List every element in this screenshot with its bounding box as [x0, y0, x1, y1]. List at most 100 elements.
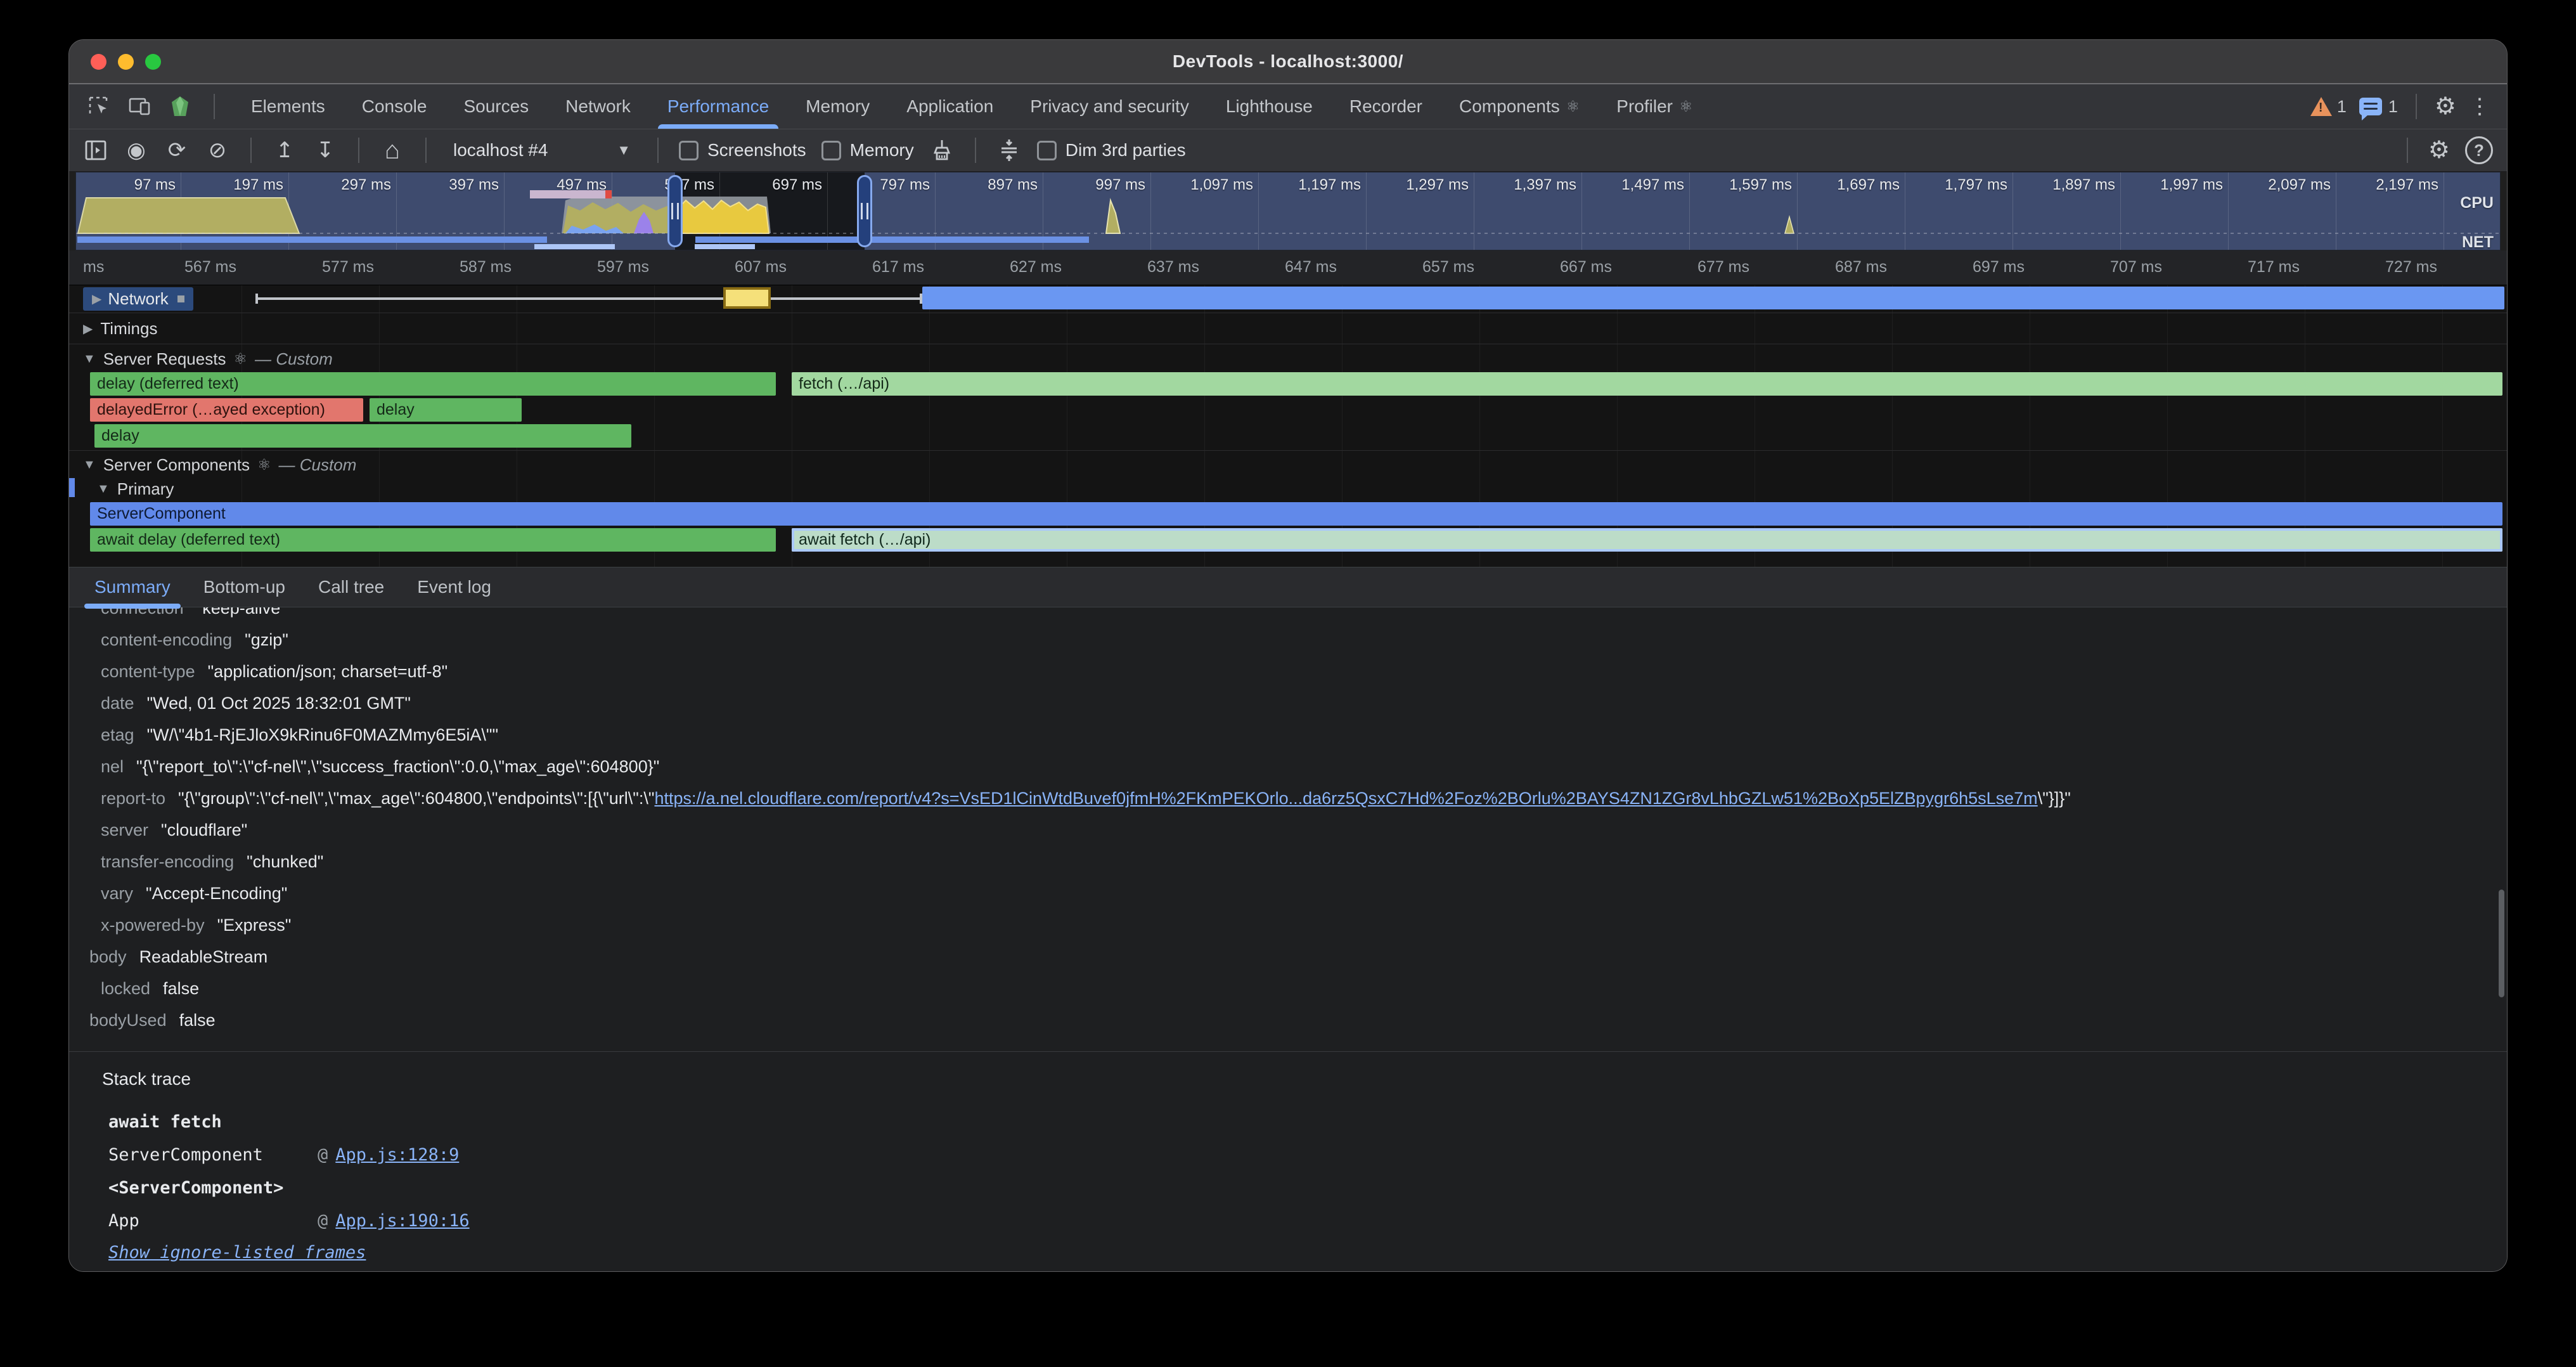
collect-garbage-icon[interactable] [929, 138, 955, 163]
event-bar-green[interactable]: delay [94, 424, 631, 448]
event-bar-sel[interactable]: await fetch (…/api) [792, 528, 2502, 552]
titlebar: DevTools - localhost:3000/ [69, 40, 2507, 84]
shortcuts-dialog-icon[interactable] [996, 138, 1022, 163]
minimize-button[interactable] [118, 54, 134, 70]
record-icon[interactable]: ◉ [124, 138, 149, 163]
details-tab-call-tree[interactable]: Call tree [302, 567, 401, 607]
selection-handle-left[interactable] [667, 175, 683, 247]
ruler-tick-label: 687 ms [1835, 258, 1892, 276]
tab-elements[interactable]: Elements [233, 84, 344, 129]
warning-badge[interactable]: ! 1 [2310, 97, 2347, 117]
tab-lighthouse[interactable]: Lighthouse [1208, 84, 1331, 129]
ruler-tick-label: 707 ms [2110, 258, 2167, 276]
memory-checkbox[interactable]: Memory [821, 140, 914, 160]
tab-profiler[interactable]: Profiler ⚛ [1598, 84, 1711, 129]
expand-arrow-icon: ▶ [92, 291, 101, 307]
tab-label: Recorder [1349, 96, 1422, 117]
network-track-label[interactable]: ▶ Network [83, 287, 193, 311]
help-icon[interactable]: ? [2465, 136, 2493, 164]
tab-privacy-and-security[interactable]: Privacy and security [1012, 84, 1208, 129]
react-atom-icon: ⚛ [1679, 98, 1693, 116]
save-profile-icon[interactable]: ↧ [312, 138, 338, 163]
tab-sources[interactable]: Sources [445, 84, 547, 129]
timeline-overview[interactable]: 97 ms197 ms297 ms397 ms497 ms597 ms697 m… [75, 172, 2501, 250]
resize-handle[interactable] [177, 295, 184, 302]
tab-network[interactable]: Network [547, 84, 649, 129]
show-ignore-listed-frames-link[interactable]: Show ignore-listed frames [108, 1243, 366, 1262]
settings-gear-icon[interactable]: ⚙ [2435, 94, 2456, 119]
tab-console[interactable]: Console [344, 84, 446, 129]
property-key: nel [101, 751, 124, 782]
tab-components[interactable]: Components⚛ [1441, 84, 1598, 129]
profile-select[interactable]: localhost #4 ▼ [447, 140, 637, 160]
tab-label: Privacy and security [1030, 96, 1189, 117]
ruler-tick-label: 587 ms [460, 258, 517, 276]
server-components-header[interactable]: ▼ Server Components ⚛ — Custom [69, 453, 2507, 477]
event-bar-green[interactable]: await delay (deferred text) [90, 528, 776, 552]
clear-icon[interactable]: ⊘ [205, 138, 230, 163]
track-color-marker [69, 478, 75, 497]
server-requests-header[interactable]: ▼ Server Requests ⚛ — Custom [69, 347, 2507, 371]
flamechart-tracks[interactable]: ▶ Network ▶ Timings ▼ Server Requests ⚛ … [69, 285, 2507, 567]
device-toolbar-icon[interactable] [127, 94, 151, 119]
load-profile-icon[interactable]: ↥ [272, 138, 297, 163]
network-request-whisker[interactable] [255, 297, 922, 300]
property-row: nel "{\"report_to\":\"cf-nel\",\"success_… [69, 751, 2507, 782]
event-bar-greenlight[interactable]: fetch (…/api) [792, 372, 2502, 396]
flame-row: delay (deferred text) fetch (…/api) [69, 372, 2507, 396]
primary-subtrack-header[interactable]: ▼ Primary [69, 478, 2507, 500]
tab-label: Profiler [1616, 96, 1673, 117]
tab-label: Sources [463, 96, 529, 117]
tab-performance[interactable]: Performance [649, 84, 787, 129]
zoom-button[interactable] [145, 54, 161, 70]
property-row: vary"Accept-Encoding" [69, 878, 2507, 909]
details-tab-summary[interactable]: Summary [78, 567, 187, 607]
property-value: ReadableStream [139, 941, 268, 973]
timings-track[interactable]: ▶ Timings [69, 314, 2507, 343]
frame-source-link[interactable]: App.js:190:16 [335, 1205, 469, 1238]
tab-application[interactable]: Application [888, 84, 1012, 129]
inspect-element-icon[interactable] [87, 94, 111, 119]
event-bar-green[interactable]: delay [370, 398, 522, 422]
property-value: false [163, 973, 199, 1004]
frame-at: @ [318, 1205, 328, 1238]
network-request-bar[interactable] [922, 287, 2504, 309]
separator [69, 1051, 2507, 1052]
property-value: "{\"report_to\":\"cf-nel\",\"success_fra… [136, 751, 659, 782]
property-value: "W/\"4b1-RjEJloX9kRinu6F0MAZMmy6E5iA\"" [147, 719, 499, 751]
stack-frame: App@App.js:190:16 [69, 1205, 2507, 1238]
close-button[interactable] [91, 54, 106, 70]
timeline-ruler[interactable]: ms 567 ms577 ms587 ms597 ms607 ms617 ms6… [69, 250, 2507, 285]
dim-3rd-parties-checkbox[interactable]: Dim 3rd parties [1037, 140, 1186, 160]
ruler-tick-label: 607 ms [735, 258, 792, 276]
toggle-sidebar-icon[interactable] [83, 138, 108, 163]
net-label: NET [2462, 233, 2494, 250]
react-atom-icon: ⚛ [257, 456, 271, 474]
issues-badge[interactable]: 1 [2359, 97, 2398, 117]
network-request-block[interactable] [723, 287, 771, 309]
screenshots-checkbox[interactable]: Screenshots [679, 140, 806, 160]
report-to-link[interactable]: https://a.nel.cloudflare.com/report/v4?s… [654, 789, 2037, 808]
property-value: "keep-alive" [196, 607, 287, 624]
event-bar-green[interactable]: delay (deferred text) [90, 372, 776, 396]
home-icon[interactable]: ⌂ [380, 138, 405, 163]
ruler-tick-label: 697 ms [1973, 258, 2030, 276]
tab-recorder[interactable]: Recorder [1331, 84, 1441, 129]
selection-handle-right[interactable] [857, 175, 872, 247]
reload-record-icon[interactable]: ⟳ [164, 138, 190, 163]
gem-extension-icon[interactable] [168, 94, 192, 119]
panel-settings-gear-icon[interactable]: ⚙ [2428, 138, 2450, 162]
event-bar-blue[interactable]: ServerComponent [90, 502, 2502, 526]
stack-frame: await fetch [69, 1106, 2507, 1139]
property-value: "{\"group\":\"cf-nel\",\"max_age\":60480… [178, 782, 2071, 814]
scrollbar-thumb[interactable] [2499, 890, 2504, 997]
tab-memory[interactable]: Memory [787, 84, 888, 129]
collapse-arrow-icon: ▼ [83, 352, 96, 366]
network-track[interactable]: ▶ Network [69, 286, 2507, 312]
details-tab-event-log[interactable]: Event log [401, 567, 508, 607]
kebab-menu-icon[interactable]: ⋮ [2469, 96, 2490, 117]
event-bar-red[interactable]: delayedError (…ayed exception) [90, 398, 363, 422]
frame-source-link[interactable]: App.js:128:9 [335, 1139, 459, 1172]
details-tab-bottom-up[interactable]: Bottom-up [187, 567, 302, 607]
frame-text: await fetch [108, 1106, 222, 1139]
